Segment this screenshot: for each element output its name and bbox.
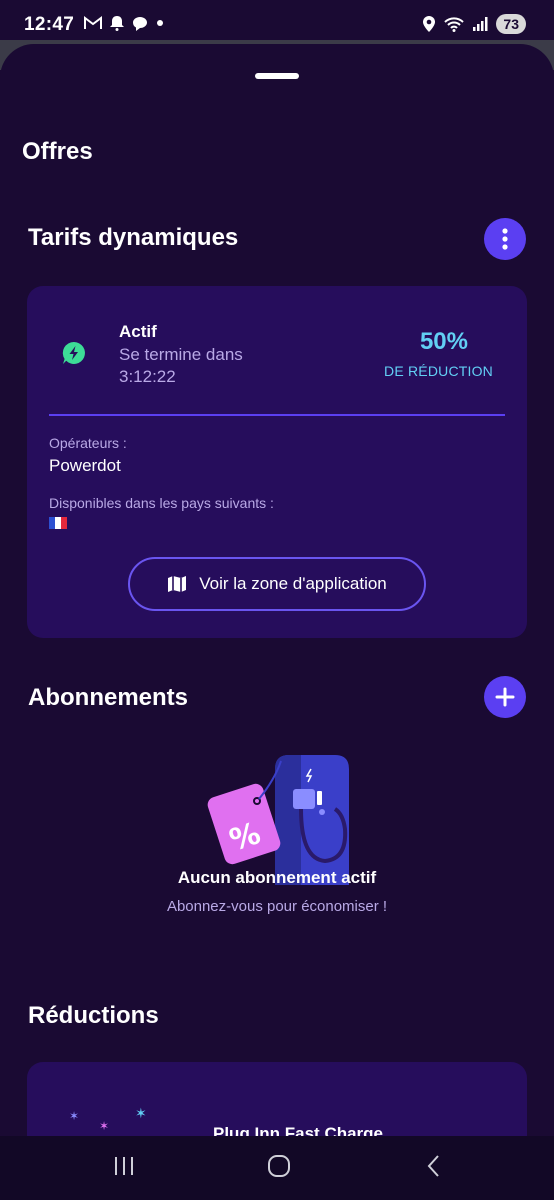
drag-handle[interactable]: [255, 73, 299, 79]
countdown-timer: 3:12:22: [119, 367, 176, 386]
section-title-subscriptions: Abonnements: [28, 684, 189, 711]
operators-value: Powerdot: [49, 456, 121, 475]
operators-label: Opérateurs :: [49, 435, 127, 451]
dot-icon: [157, 20, 163, 26]
wifi-icon: [444, 17, 465, 32]
countries-label: Disponibles dans les pays suivants :: [49, 495, 274, 511]
home-icon[interactable]: [266, 1154, 292, 1178]
reduction-card-title: Plug Inn Fast Charge: [213, 1124, 384, 1136]
status-bar: 12:47 73: [0, 0, 554, 44]
no-subscription-subtitle: Abonnez-vous pour économiser !: [166, 898, 388, 915]
recents-icon[interactable]: [112, 1154, 136, 1178]
divider: [49, 414, 505, 416]
location-icon: [423, 16, 436, 32]
view-area-button-label: Voir la zone d'application: [199, 574, 387, 593]
signal-icon: [473, 17, 488, 31]
chat-icon: [133, 16, 147, 31]
svg-text:✶: ✶: [69, 1109, 79, 1123]
offers-sheet[interactable]: Offres Tarifs dynamiques Actif Se termin…: [0, 44, 554, 1136]
status-notifications: [84, 15, 164, 31]
no-subscription-title: Aucun abonnement actif: [177, 868, 377, 887]
view-area-button[interactable]: Voir la zone d'application: [128, 557, 426, 611]
dynamic-pricing-card: Actif Se termine dans 3:12:22 50% DE RÉD…: [27, 286, 527, 638]
gmail-icon: [84, 16, 102, 29]
discount-percent: 50%: [419, 328, 468, 355]
reduction-card[interactable]: ✶ ✶ ✶ Plug Inn Fast Charge: [27, 1062, 527, 1136]
svg-text:✶: ✶: [135, 1106, 147, 1121]
svg-text:✶: ✶: [99, 1119, 109, 1133]
section-title-reductions: Réductions: [28, 1002, 159, 1029]
plus-icon: [495, 687, 515, 707]
status-system: 73: [422, 14, 526, 34]
sparkle-icon: ✶ ✶ ✶: [69, 1106, 147, 1133]
bolt-badge: [61, 340, 87, 371]
discount-label: DE RÉDUCTION: [384, 363, 493, 379]
status-label: Actif: [119, 322, 157, 341]
battery-level: 73: [496, 14, 526, 34]
bell-icon: [110, 16, 124, 31]
navigation-bar: [0, 1136, 554, 1200]
section-title-dynamic-pricing: Tarifs dynamiques: [28, 224, 239, 251]
status-time: 12:47: [24, 14, 75, 35]
france-flag-icon: [49, 517, 67, 529]
more-vertical-icon: [502, 228, 508, 250]
map-icon: [168, 576, 187, 592]
more-options-button[interactable]: [484, 218, 526, 260]
bolt-icon: [62, 341, 85, 364]
ends-in-label: Se termine dans: [119, 345, 243, 364]
add-subscription-button[interactable]: [484, 676, 526, 718]
page-title: Offres: [22, 138, 93, 165]
back-icon[interactable]: [424, 1154, 444, 1178]
